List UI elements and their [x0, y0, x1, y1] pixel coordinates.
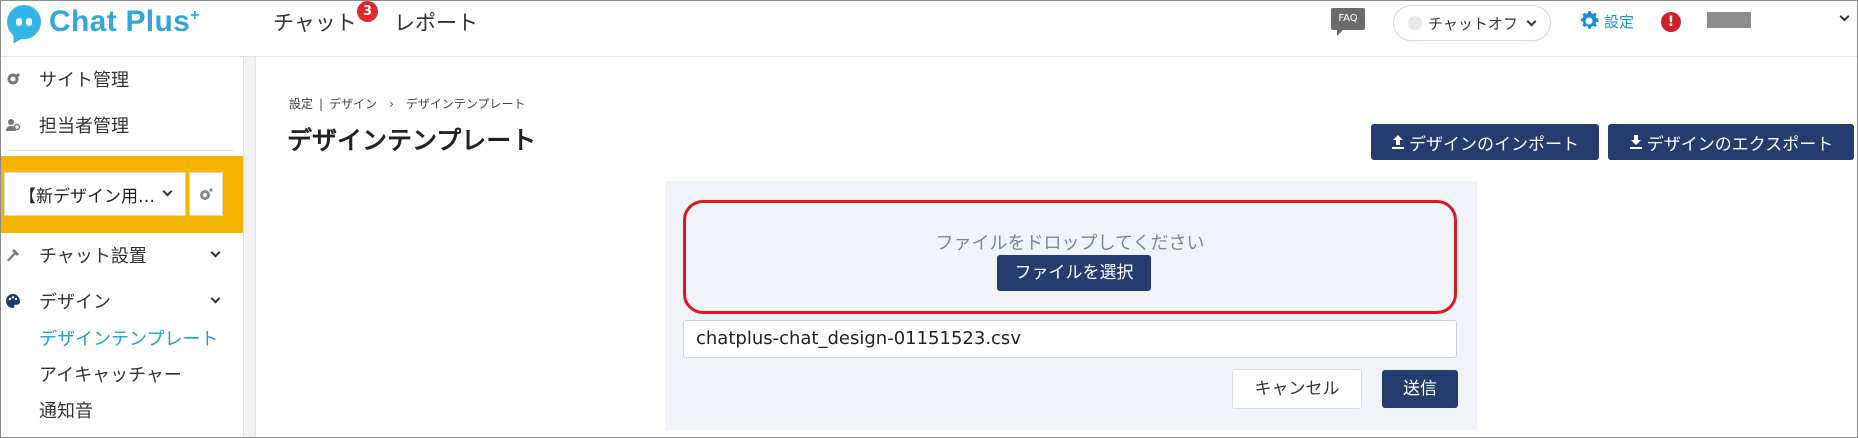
chat-bubble-icon [7, 5, 41, 39]
choose-file-button[interactable]: ファイルを選択 [997, 255, 1151, 291]
breadcrumb: 設定 | デザイン › デザインテンプレート [289, 95, 526, 112]
page-title: デザインテンプレート [287, 126, 537, 155]
logo[interactable]: Chat Plus+ [7, 5, 200, 39]
cancel-button[interactable]: キャンセル [1232, 369, 1362, 409]
user-menu-chevron-icon[interactable] [1839, 11, 1850, 22]
nav-report[interactable]: レポート [394, 7, 478, 37]
sidebar-item-label: 担当者管理 [39, 116, 129, 137]
chevron-down-icon [162, 186, 173, 197]
users-icon [6, 119, 21, 131]
tools-icon [7, 249, 19, 262]
sidebar-item-label: サイト管理 [39, 70, 129, 91]
top-header: Chat Plus+ チャット 3 レポート FAQ チャットオフ 設定 ! [1, 1, 1857, 57]
design-export-label: デザインのエクスポート [1646, 134, 1834, 155]
alert-icon[interactable]: ! [1661, 12, 1681, 32]
breadcrumb-current: デザインテンプレート [405, 97, 526, 111]
settings-label: 設定 [1604, 12, 1635, 31]
sidebar-item-chat-setup[interactable]: チャット設置 [1, 235, 237, 275]
chat-status-toggle[interactable]: チャットオフ [1393, 5, 1551, 41]
chevron-down-icon [1526, 16, 1537, 26]
breadcrumb-settings[interactable]: 設定 [289, 97, 313, 111]
sidebar-item-site-management[interactable]: サイト管理 [1, 59, 237, 99]
gear-icon [1580, 11, 1599, 29]
sidebar-item-label: チャット設置 [39, 246, 147, 267]
palette-icon [6, 294, 20, 308]
sidebar-subitem-notification-sound[interactable]: 通知音 [39, 397, 93, 423]
nav-chat[interactable]: チャット [273, 7, 357, 37]
design-export-button[interactable]: デザインのエクスポート [1608, 124, 1854, 160]
gear-icon [7, 73, 20, 85]
breadcrumb-design[interactable]: デザイン [329, 97, 377, 111]
sidebar-item-label: デザイン [39, 292, 111, 313]
sidebar-divider [7, 150, 233, 151]
chat-unread-badge: 3 [357, 1, 378, 22]
avatar[interactable] [1707, 12, 1751, 28]
selected-file-field[interactable]: chatplus-chat_design-01151523.csv [683, 320, 1457, 358]
sidebar-item-staff-management[interactable]: 担当者管理 [1, 105, 237, 145]
sidebar-subitem-design-template[interactable]: デザインテンプレート [39, 325, 218, 351]
sidebar-scrollbar[interactable] [243, 57, 255, 437]
drop-hint-text: ファイルをドロップしてください [935, 233, 1205, 254]
site-select[interactable]: 【新デザイン用… [4, 172, 186, 216]
site-select-value: 【新デザイン用… [19, 186, 155, 207]
sidebar-item-design[interactable]: デザイン [1, 281, 237, 321]
submit-button[interactable]: 送信 [1382, 370, 1458, 408]
settings-link[interactable]: 設定 [1577, 9, 1634, 33]
chevron-down-icon [210, 247, 221, 258]
chat-status-label: チャットオフ [1428, 14, 1518, 33]
site-settings-button[interactable] [189, 172, 223, 216]
breadcrumb-separator: › [389, 97, 394, 111]
sidebar-subitem-eyecatcher[interactable]: アイキャッチャー [39, 361, 182, 387]
gear-icon [200, 188, 213, 200]
status-dot-icon [1408, 16, 1422, 30]
upload-icon [1392, 135, 1404, 149]
chevron-down-icon [210, 293, 221, 304]
logo-text: Chat Plus+ [49, 5, 200, 38]
app-window: Chat Plus+ チャット 3 レポート FAQ チャットオフ 設定 ! サ… [0, 0, 1858, 438]
download-icon [1629, 135, 1642, 149]
design-import-label: デザインのインポート [1409, 134, 1579, 155]
faq-label: FAQ [1338, 13, 1358, 24]
faq-icon[interactable]: FAQ [1331, 8, 1365, 36]
alert-label: ! [1667, 14, 1675, 30]
file-drop-zone[interactable]: ファイルをドロップしてください ファイルを選択 [683, 200, 1457, 314]
design-import-button[interactable]: デザインのインポート [1371, 124, 1599, 160]
breadcrumb-separator: | [319, 97, 324, 111]
